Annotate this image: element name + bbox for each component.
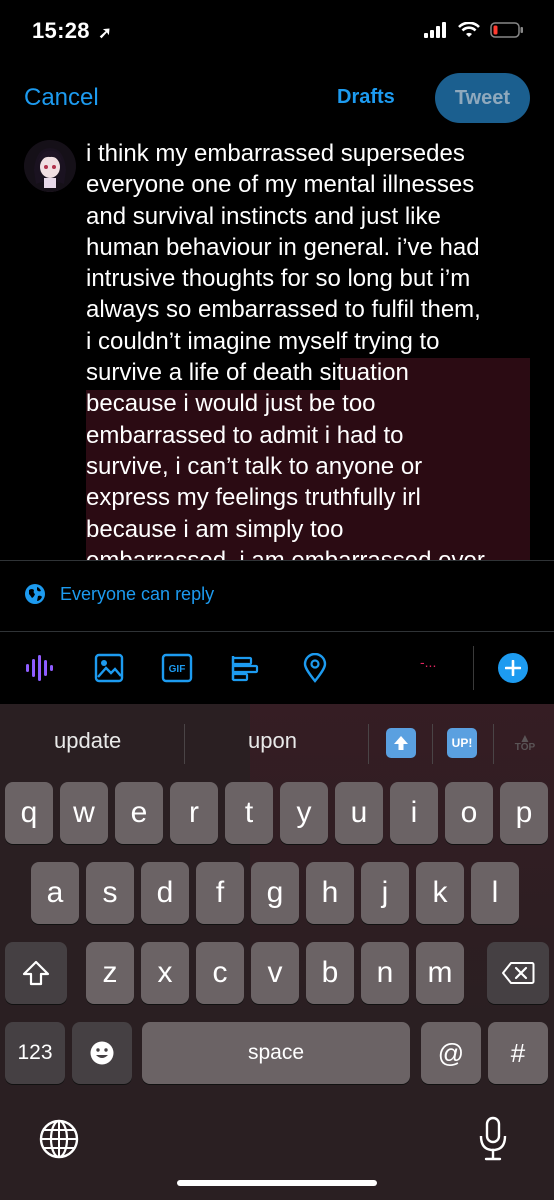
key-z[interactable]: z bbox=[86, 942, 134, 1004]
key-m[interactable]: m bbox=[416, 942, 464, 1004]
divider bbox=[0, 560, 554, 561]
top-label: TOP bbox=[514, 742, 536, 753]
avatar-image bbox=[24, 140, 76, 192]
key-n[interactable]: n bbox=[361, 942, 409, 1004]
suggestion-divider bbox=[368, 724, 369, 764]
key-i[interactable]: i bbox=[390, 782, 438, 844]
audio-icon[interactable] bbox=[22, 651, 56, 685]
shift-key[interactable] bbox=[5, 942, 67, 1004]
key-t[interactable]: t bbox=[225, 782, 273, 844]
reply-setting[interactable]: Everyone can reply bbox=[24, 583, 214, 605]
compose-toolbar: GIF -... bbox=[0, 632, 554, 704]
poll-icon[interactable] bbox=[228, 651, 262, 685]
key-s[interactable]: s bbox=[86, 862, 134, 924]
drafts-button[interactable]: Drafts bbox=[337, 86, 395, 109]
status-icons bbox=[424, 22, 524, 38]
compose-text: i think my embarrassed supersedes everyo… bbox=[86, 140, 485, 560]
key-p[interactable]: p bbox=[500, 782, 548, 844]
location-icon[interactable] bbox=[298, 651, 332, 685]
key-k[interactable]: k bbox=[416, 862, 464, 924]
up-arrow-icon bbox=[394, 736, 408, 750]
add-thread-button[interactable] bbox=[498, 653, 528, 683]
globe-keyboard-icon[interactable] bbox=[38, 1118, 80, 1165]
numbers-key[interactable]: 123 bbox=[5, 1022, 65, 1084]
microphone-icon[interactable] bbox=[478, 1116, 508, 1167]
location-arrow-icon: ➚ bbox=[98, 25, 112, 42]
key-x[interactable]: x bbox=[141, 942, 189, 1004]
status-time-label: 15:28 bbox=[32, 18, 90, 43]
key-r[interactable]: r bbox=[170, 782, 218, 844]
gif-icon[interactable]: GIF bbox=[160, 651, 194, 685]
key-b[interactable]: b bbox=[306, 942, 354, 1004]
character-counter: -... bbox=[420, 654, 437, 670]
keyboard-keys: update upon UP! ▲ TOP q w e r t y u i o … bbox=[0, 704, 554, 1200]
emoji-key[interactable] bbox=[72, 1022, 132, 1084]
status-time: 15:28 ➚ bbox=[32, 18, 112, 44]
key-d[interactable]: d bbox=[141, 862, 189, 924]
home-indicator bbox=[177, 1180, 377, 1186]
key-j[interactable]: j bbox=[361, 862, 409, 924]
emoji-up-suggestion[interactable]: UP! bbox=[447, 728, 477, 758]
image-icon[interactable] bbox=[92, 651, 126, 685]
suggestion-update[interactable]: update bbox=[54, 728, 121, 754]
emoji-top-suggestion[interactable]: ▲ TOP bbox=[510, 728, 540, 758]
suggestion-divider bbox=[432, 724, 433, 764]
hash-key[interactable]: # bbox=[488, 1022, 548, 1084]
suggestion-divider bbox=[184, 724, 185, 764]
key-g[interactable]: g bbox=[251, 862, 299, 924]
key-a[interactable]: a bbox=[31, 862, 79, 924]
at-key[interactable]: @ bbox=[421, 1022, 481, 1084]
key-u[interactable]: u bbox=[335, 782, 383, 844]
key-q[interactable]: q bbox=[5, 782, 53, 844]
key-o[interactable]: o bbox=[445, 782, 493, 844]
globe-icon bbox=[25, 584, 45, 604]
key-v[interactable]: v bbox=[251, 942, 299, 1004]
space-key[interactable]: space bbox=[142, 1022, 410, 1084]
tweet-button[interactable]: Tweet bbox=[435, 73, 530, 123]
smiley-icon bbox=[90, 1041, 114, 1065]
key-l[interactable]: l bbox=[471, 862, 519, 924]
key-w[interactable]: w bbox=[60, 782, 108, 844]
key-y[interactable]: y bbox=[280, 782, 328, 844]
plus-icon bbox=[505, 660, 521, 676]
reply-label: Everyone can reply bbox=[60, 583, 215, 604]
compose-textarea[interactable]: i think my embarrassed supersedes everyo… bbox=[86, 138, 530, 560]
backspace-key[interactable] bbox=[487, 942, 549, 1004]
shift-icon bbox=[22, 960, 50, 986]
svg-text:GIF: GIF bbox=[169, 664, 186, 675]
battery-icon bbox=[490, 22, 523, 38]
emoji-up-arrow-suggestion[interactable] bbox=[386, 728, 416, 758]
key-e[interactable]: e bbox=[115, 782, 163, 844]
cancel-button[interactable]: Cancel bbox=[24, 84, 99, 112]
suggestion-divider bbox=[493, 724, 494, 764]
signal-icon bbox=[424, 22, 446, 38]
key-c[interactable]: c bbox=[196, 942, 244, 1004]
wifi-icon bbox=[458, 22, 480, 37]
toolbar-divider bbox=[473, 646, 474, 690]
suggestion-upon[interactable]: upon bbox=[248, 728, 297, 754]
key-f[interactable]: f bbox=[196, 862, 244, 924]
key-h[interactable]: h bbox=[306, 862, 354, 924]
backspace-icon bbox=[502, 962, 535, 984]
avatar[interactable] bbox=[24, 140, 76, 192]
